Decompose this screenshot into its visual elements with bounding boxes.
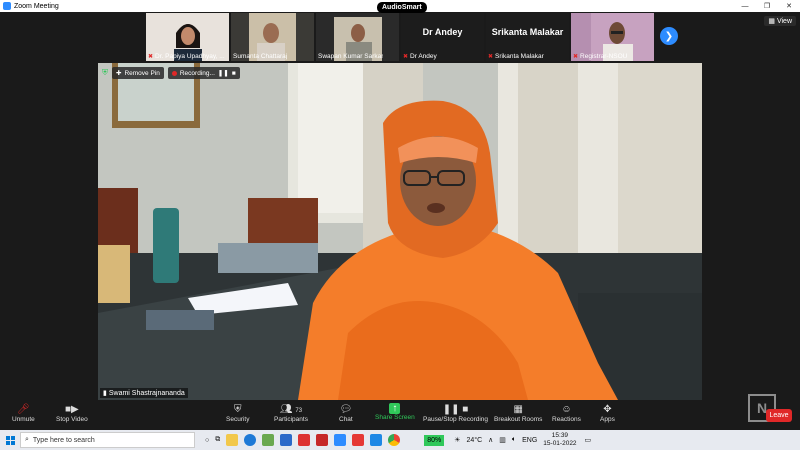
cortana-icon[interactable]: ○ (205, 437, 209, 444)
weather-icon[interactable]: ☀ (454, 436, 460, 444)
participant-thumbnail[interactable]: ✖ Dr. Papiya Upadhyay, ... (146, 13, 229, 61)
recording-indicator: Recording... ❚❚ ■ (167, 67, 240, 79)
stop-recording-icon[interactable]: ■ (232, 70, 236, 77)
network-icon[interactable]: ▥ (499, 436, 506, 444)
language-indicator[interactable]: ENG (522, 437, 537, 444)
participant-display-name: Dr Andey (422, 27, 463, 37)
mic-muted-icon: ✖ (148, 54, 154, 60)
share-screen-icon: ↑ (389, 403, 401, 414)
edge-icon[interactable] (244, 434, 257, 446)
meeting-control-bar: 🎤︎ Unmute ■▶ Stop Video ⛨ Security 👥︎ 73… (0, 402, 800, 430)
participants-button[interactable]: 👥︎ 73 Participants (274, 403, 308, 423)
encryption-shield-icon[interactable]: ⛨ (102, 68, 108, 78)
participant-display-name: Srikanta Malakar (491, 27, 564, 37)
volume-icon[interactable]: 🔈︎ (512, 436, 516, 444)
zoom-logo-icon (3, 2, 11, 10)
taskbar-pinned-apps: ○ ⧉ (205, 434, 401, 446)
window-title: Zoom Meeting (14, 2, 59, 10)
close-window-button[interactable]: ✕ (778, 0, 800, 12)
video-overlay-bar: ⛨ ✚ Remove Pin Recording... ❚❚ ■ (102, 67, 240, 79)
smiley-icon: ☺ (561, 404, 572, 415)
participants-icon: 👥︎ 73 (279, 404, 303, 415)
task-view-icon[interactable]: ⧉ (215, 436, 220, 444)
maximize-button[interactable]: ❐ (756, 0, 778, 12)
store-icon[interactable] (280, 434, 293, 446)
app-icon[interactable] (262, 434, 275, 446)
mic-muted-icon: ✖ (488, 54, 494, 60)
participant-name: ✖ Srikanta Malakar (488, 53, 544, 60)
breakout-rooms-button[interactable]: ▦ Breakout Rooms (494, 403, 542, 423)
pause-stop-recording-button[interactable]: ❚❚ ■ Pause/Stop Recording (423, 403, 488, 423)
mic-muted-icon: 🎤︎ (17, 404, 30, 415)
remove-pin-button[interactable]: ✚ Remove Pin (112, 67, 164, 79)
mic-muted-icon: ✖ (403, 54, 409, 60)
signal-bars-icon: ▮ (103, 390, 107, 397)
search-icon: ⌕ (25, 436, 29, 443)
participant-name: ✖ Dr. Papiya Upadhyay, ... (148, 53, 225, 60)
participant-thumbnail[interactable]: Swapan Kumar Sarkar (316, 13, 399, 61)
participant-thumbnail[interactable]: Srikanta Malakar ✖ Srikanta Malakar (486, 13, 569, 61)
participant-thumbnail[interactable]: Sumanta Chattaraj (231, 13, 314, 61)
taskbar-clock[interactable]: 15:39 15-01-2022 (543, 432, 576, 448)
view-button[interactable]: ▦ View (764, 16, 796, 26)
participant-thumbnail[interactable]: Dr Andey ✖ Dr Andey (401, 13, 484, 61)
video-camera-icon: ■▶ (64, 404, 79, 415)
share-screen-button[interactable]: ↑ Share Screen (375, 403, 415, 421)
shield-icon: ⛨ (233, 404, 242, 415)
taskbar-search-input[interactable]: ⌕ Type here to search (20, 432, 195, 448)
file-explorer-icon[interactable] (226, 434, 239, 446)
participant-thumbnail[interactable]: ✖ Registrar-NSOU (571, 13, 654, 61)
unmute-button[interactable]: 🎤︎ Unmute (12, 403, 35, 423)
temperature-label[interactable]: 24°C (467, 437, 483, 444)
pdf-app-icon[interactable] (352, 434, 365, 446)
speaker-name-label: ▮ Swami Shastrajnananda (100, 388, 188, 398)
pause-recording-icon[interactable]: ❚❚ (218, 69, 229, 77)
mic-muted-icon: ✖ (573, 54, 579, 60)
participant-name: ✖ Registrar-NSOU (573, 53, 628, 60)
participant-name: Sumanta Chattaraj (233, 53, 288, 60)
chat-bubble-icon: 💬︎ (339, 404, 353, 415)
security-button[interactable]: ⛨ Security (226, 403, 249, 423)
participant-name: ✖ Dr Andey (403, 53, 437, 60)
notifications-icon[interactable]: ▭ (585, 436, 592, 444)
system-tray: ☀ 24°C ∧ ▥ 🔈︎ ENG (454, 436, 537, 444)
word-icon[interactable] (370, 434, 383, 446)
participant-thumbnail-strip: ✖ Dr. Papiya Upadhyay, ... Sumanta Chatta… (146, 13, 654, 61)
pause-stop-icon: ❚❚ ■ (442, 404, 469, 415)
minimize-button[interactable]: — (734, 0, 756, 12)
main-speaker-video: ⛨ ✚ Remove Pin Recording... ❚❚ ■ ▮ Swami … (98, 63, 702, 400)
zoom-app-icon[interactable] (334, 434, 347, 446)
chat-button[interactable]: 💬︎ Chat (339, 403, 353, 423)
clock-date: 15-01-2022 (543, 440, 577, 447)
apps-icon: ✥ (603, 404, 612, 415)
next-page-arrow-icon[interactable]: ❯ (660, 27, 678, 45)
clock-time: 15:39 (551, 432, 569, 439)
apps-button[interactable]: ✥ Apps (600, 403, 615, 423)
recording-dot-icon (171, 70, 177, 76)
reactions-button[interactable]: ☺ Reactions (552, 403, 581, 423)
app-icon[interactable] (316, 434, 329, 446)
audiosmart-badge[interactable]: AudioSmart (377, 2, 427, 13)
leave-button[interactable]: Leave (766, 409, 792, 422)
breakout-rooms-icon: ▦ (513, 404, 523, 415)
chevron-up-icon[interactable]: ∧ (488, 436, 493, 444)
stop-video-button[interactable]: ■▶ Stop Video (56, 403, 88, 423)
chrome-icon[interactable] (388, 434, 401, 446)
windows-taskbar: ⌕ Type here to search ○ ⧉ 80% ☀ 24°C ∧ ▥… (0, 430, 800, 450)
pin-icon: ✚ (116, 70, 122, 77)
battery-indicator[interactable]: 80% (424, 434, 445, 446)
mail-icon[interactable] (298, 434, 311, 446)
speaker-video-frame (98, 63, 702, 400)
participant-name: Swapan Kumar Sarkar (318, 53, 384, 60)
windows-start-icon[interactable] (0, 430, 20, 450)
